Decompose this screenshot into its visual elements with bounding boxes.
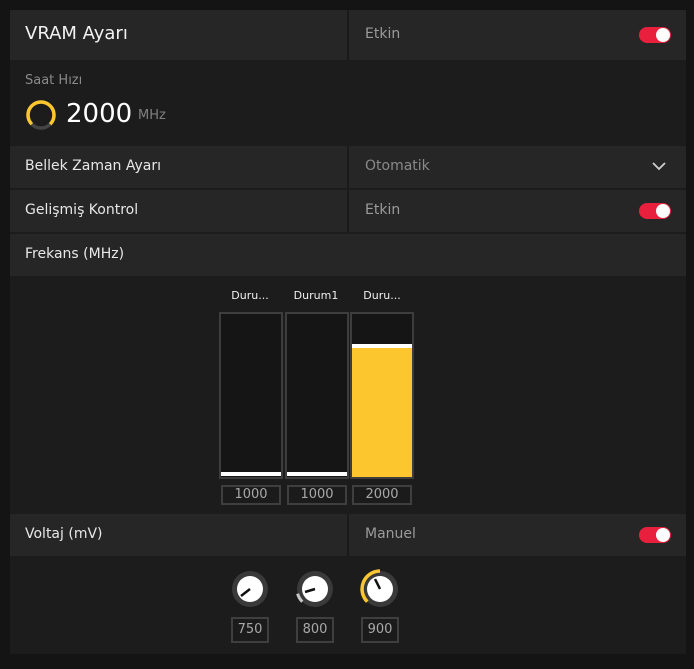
- clock-section: Saat Hızı 2000 MHz: [10, 62, 686, 144]
- bar-fill: [352, 348, 412, 477]
- frequency-row: Frekans (MHz): [10, 234, 686, 276]
- voltage-toggle[interactable]: [639, 527, 671, 543]
- clock-unit: MHz: [138, 108, 166, 123]
- knob-dial-icon: [296, 571, 333, 607]
- vram-state-label: Etkin: [365, 26, 401, 42]
- toggle-knob: [656, 204, 670, 218]
- vram-header-row: VRAM Ayarı Etkin: [10, 10, 686, 60]
- toggle-knob: [656, 28, 670, 42]
- clock-label: Saat Hızı: [25, 73, 83, 88]
- voltage-value-0[interactable]: 750: [231, 617, 269, 643]
- memory-timing-label: Bellek Zaman Ayarı: [25, 158, 162, 174]
- state-label-1: Durum1: [293, 289, 339, 302]
- frequency-value-0[interactable]: 1000: [221, 485, 281, 505]
- memory-timing-row: Bellek Zaman Ayarı Otomatik: [10, 146, 686, 188]
- knob-dial-icon: [232, 571, 268, 607]
- frequency-label: Frekans (MHz): [25, 246, 125, 262]
- vram-toggle[interactable]: [639, 27, 671, 43]
- voltage-value-1[interactable]: 800: [296, 617, 334, 643]
- voltage-knob-2[interactable]: [360, 569, 400, 609]
- voltage-value-2[interactable]: 900: [361, 617, 399, 643]
- frequency-value-2[interactable]: 2000: [352, 485, 412, 505]
- frequency-bar-0[interactable]: [219, 312, 283, 479]
- row-divider: [347, 10, 349, 60]
- frequency-bar-1[interactable]: [285, 312, 349, 479]
- clock-gauge-icon: [26, 100, 56, 130]
- frequency-bar-2[interactable]: [350, 312, 414, 479]
- voltage-label: Voltaj (mV): [25, 526, 103, 542]
- bar-handle[interactable]: [352, 344, 412, 348]
- voltage-knob-1[interactable]: [295, 569, 335, 609]
- memory-timing-value: Otomatik: [365, 158, 430, 174]
- advanced-toggle[interactable]: [639, 203, 671, 219]
- toggle-knob: [656, 528, 670, 542]
- bar-handle[interactable]: [221, 472, 281, 476]
- chevron-down-icon: [652, 162, 666, 171]
- advanced-state-label: Etkin: [365, 202, 401, 218]
- bar-handle[interactable]: [287, 472, 347, 476]
- clock-value: 2000: [66, 99, 133, 129]
- voltage-knob-0[interactable]: [230, 569, 270, 609]
- knob-dial-icon: [360, 569, 398, 607]
- row-divider: [347, 514, 349, 556]
- voltage-mode-label: Manuel: [365, 526, 416, 542]
- vram-title: VRAM Ayarı: [25, 23, 128, 44]
- advanced-control-label: Gelişmiş Kontrol: [25, 202, 139, 218]
- state-label-0: Duru...: [231, 289, 269, 302]
- voltage-row: Voltaj (mV) Manuel: [10, 514, 686, 556]
- state-label-2: Duru...: [363, 289, 401, 302]
- advanced-control-row: Gelişmiş Kontrol Etkin: [10, 190, 686, 232]
- frequency-value-1[interactable]: 1000: [287, 485, 347, 505]
- memory-timing-dropdown[interactable]: Otomatik: [349, 146, 686, 188]
- row-divider: [347, 190, 349, 232]
